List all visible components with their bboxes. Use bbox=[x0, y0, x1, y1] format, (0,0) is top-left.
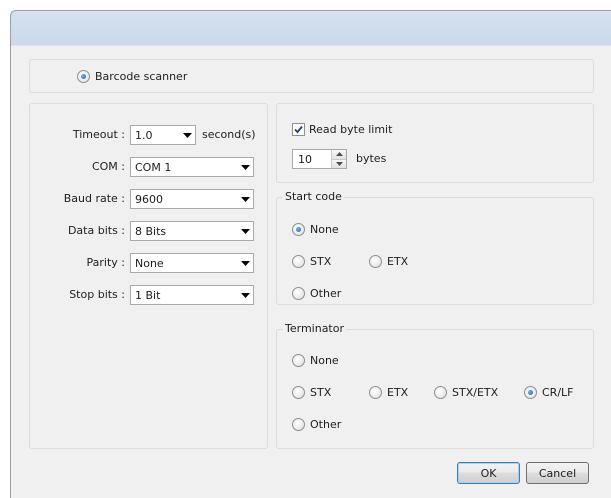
data-bits-value: 8 Bits bbox=[135, 224, 167, 238]
chevron-down-icon bbox=[237, 286, 253, 304]
parity-label: Parity : bbox=[86, 256, 125, 269]
timeout-value: 1.0 bbox=[135, 128, 153, 142]
baud-rate-value: 9600 bbox=[135, 192, 163, 206]
baud-rate-label: Baud rate : bbox=[63, 192, 125, 205]
terminator-stx-etx-radio[interactable]: STX/ETX bbox=[434, 384, 498, 400]
stop-bits-value: 1 Bit bbox=[135, 288, 161, 302]
chevron-down-icon bbox=[237, 254, 253, 272]
timeout-unit: second(s) bbox=[202, 128, 256, 141]
start-code-title: Start code bbox=[283, 190, 344, 204]
terminator-none-radio[interactable]: None bbox=[292, 352, 339, 368]
radio-indicator bbox=[369, 385, 382, 399]
radio-selected-indicator bbox=[524, 385, 537, 399]
baud-rate-select[interactable]: 9600 bbox=[130, 189, 254, 209]
radio-indicator bbox=[434, 385, 447, 399]
radio-label: STX/ETX bbox=[452, 385, 499, 399]
start-code-none-radio[interactable]: None bbox=[292, 221, 339, 237]
radio-indicator bbox=[292, 385, 305, 399]
data-bits-label: Data bits : bbox=[67, 224, 125, 237]
stop-bits-select[interactable]: 1 Bit bbox=[130, 285, 254, 305]
read-byte-limit-label: Read byte limit bbox=[309, 122, 393, 136]
terminator-stx-radio[interactable]: STX bbox=[292, 384, 331, 400]
spin-down-icon[interactable] bbox=[332, 158, 346, 168]
radio-indicator bbox=[369, 254, 382, 268]
radio-label: STX bbox=[310, 385, 332, 399]
terminator-title: Terminator bbox=[283, 322, 346, 336]
read-byte-limit-checkbox[interactable]: Read byte limit bbox=[292, 121, 392, 137]
com-label: COM : bbox=[91, 160, 125, 173]
start-code-other-radio[interactable]: Other bbox=[292, 285, 341, 301]
terminator-group: Terminator None STX ETX STX/ETX CR/LF Ot… bbox=[276, 322, 594, 449]
radio-label: CR/LF bbox=[542, 385, 574, 399]
serial-settings-panel: Timeout : 1.0 second(s) COM : COM 1 Baud… bbox=[29, 103, 268, 449]
timeout-label: Timeout : bbox=[72, 128, 125, 141]
chevron-down-icon bbox=[237, 190, 253, 208]
radio-label: STX bbox=[310, 254, 332, 268]
radio-label: Other bbox=[310, 286, 342, 300]
radio-label: ETX bbox=[387, 385, 409, 399]
start-code-etx-radio[interactable]: ETX bbox=[369, 253, 408, 269]
radio-indicator bbox=[292, 417, 305, 431]
start-code-group: Start code None STX ETX Other bbox=[276, 190, 594, 305]
terminator-cr-lf-radio[interactable]: CR/LF bbox=[524, 384, 574, 400]
barcode-scanner-label: Barcode scanner bbox=[95, 69, 188, 83]
radio-indicator bbox=[292, 353, 305, 367]
radio-label: None bbox=[310, 222, 339, 236]
radio-selected-indicator bbox=[292, 222, 305, 236]
spin-up-icon[interactable] bbox=[332, 150, 346, 159]
byte-limit-value[interactable]: 10 bbox=[293, 150, 331, 168]
read-limit-panel: Read byte limit 10 bytes bbox=[276, 103, 594, 183]
parity-select[interactable]: None bbox=[130, 253, 254, 273]
stop-bits-label: Stop bits : bbox=[69, 288, 125, 301]
chevron-down-icon bbox=[237, 158, 253, 176]
ok-button[interactable]: OK bbox=[457, 462, 520, 484]
cancel-button[interactable]: Cancel bbox=[526, 462, 589, 484]
radio-selected-indicator bbox=[77, 69, 90, 83]
terminator-etx-radio[interactable]: ETX bbox=[369, 384, 408, 400]
radio-label: None bbox=[310, 353, 339, 367]
terminator-other-radio[interactable]: Other bbox=[292, 416, 341, 432]
chevron-down-icon bbox=[179, 126, 195, 144]
dialog-window: Barcode scanner Timeout : 1.0 second(s) … bbox=[10, 10, 611, 498]
radio-indicator bbox=[292, 254, 305, 268]
barcode-scanner-radio[interactable]: Barcode scanner bbox=[77, 68, 187, 84]
title-bar[interactable] bbox=[11, 11, 611, 46]
com-select[interactable]: COM 1 bbox=[130, 157, 254, 177]
byte-limit-unit: bytes bbox=[356, 152, 387, 165]
chevron-down-icon bbox=[237, 222, 253, 240]
radio-label: ETX bbox=[387, 254, 409, 268]
radio-indicator bbox=[292, 286, 305, 300]
data-bits-select[interactable]: 8 Bits bbox=[130, 221, 254, 241]
byte-limit-spinner[interactable]: 10 bbox=[292, 149, 347, 169]
timeout-select[interactable]: 1.0 bbox=[130, 125, 196, 145]
mode-panel: Barcode scanner bbox=[29, 59, 594, 93]
radio-label: Other bbox=[310, 417, 342, 431]
checkmark-icon bbox=[292, 122, 305, 136]
parity-value: None bbox=[135, 256, 164, 270]
com-value: COM 1 bbox=[135, 160, 172, 174]
start-code-stx-radio[interactable]: STX bbox=[292, 253, 331, 269]
